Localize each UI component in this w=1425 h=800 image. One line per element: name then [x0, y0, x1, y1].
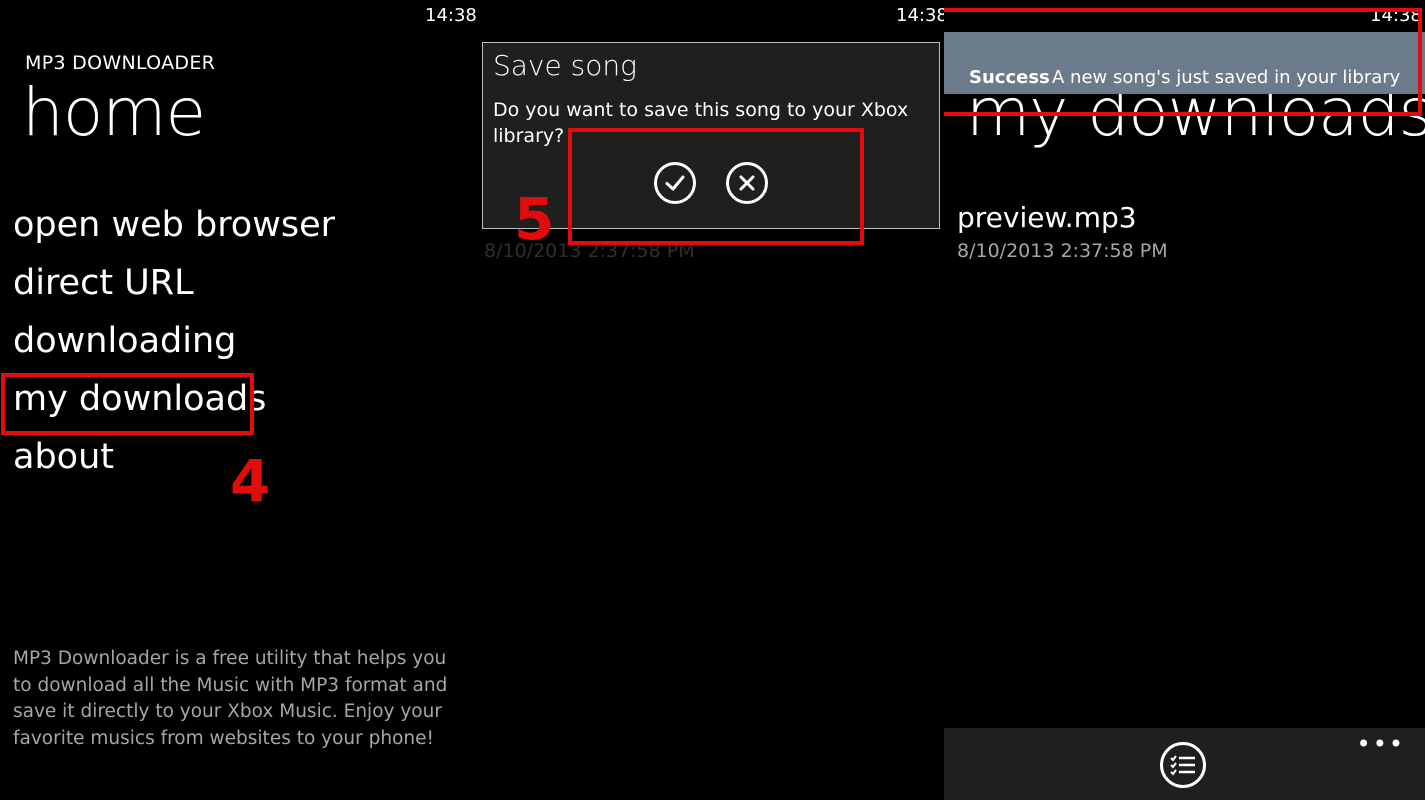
download-file-name[interactable]: preview.mp3 [957, 201, 1137, 234]
app-description: MP3 Downloader is a free utility that he… [13, 648, 448, 749]
menu-item-direct-url[interactable]: direct URL [13, 258, 335, 316]
list-icon [1170, 755, 1195, 776]
page-title: home [22, 74, 206, 151]
menu-item-open-web-browser[interactable]: open web browser [13, 200, 335, 258]
highlight-box-dialog-buttons [568, 128, 864, 245]
status-clock: 14:38 [425, 5, 477, 26]
highlight-box-my-downloads [1, 373, 254, 435]
home-screen: 14:38 MP3 DOWNLOADER home open web brows… [0, 0, 478, 800]
highlight-box-toast [944, 8, 1422, 116]
step-number-4: 4 [230, 447, 271, 515]
main-menu: open web browser direct URL downloading … [13, 200, 335, 490]
menu-item-about[interactable]: about [13, 432, 335, 490]
menu-item-downloading[interactable]: downloading [13, 316, 335, 374]
save-dialog-screen: 14:38 8/10/2013 2:37:58 PM Save song Do … [478, 0, 944, 800]
list-button[interactable] [1160, 742, 1206, 788]
dialog-title: Save song [493, 49, 637, 82]
status-clock: 14:38 [896, 5, 944, 26]
step-number-5: 5 [514, 185, 555, 253]
my-downloads-screen: 14:38 my downloads Success A new song's … [944, 0, 1425, 800]
more-options-button[interactable]: ••• [1357, 732, 1405, 756]
download-file-date: 8/10/2013 2:37:58 PM [957, 240, 1168, 262]
application-bar: ••• [944, 728, 1425, 800]
app-title: MP3 DOWNLOADER [25, 52, 216, 74]
